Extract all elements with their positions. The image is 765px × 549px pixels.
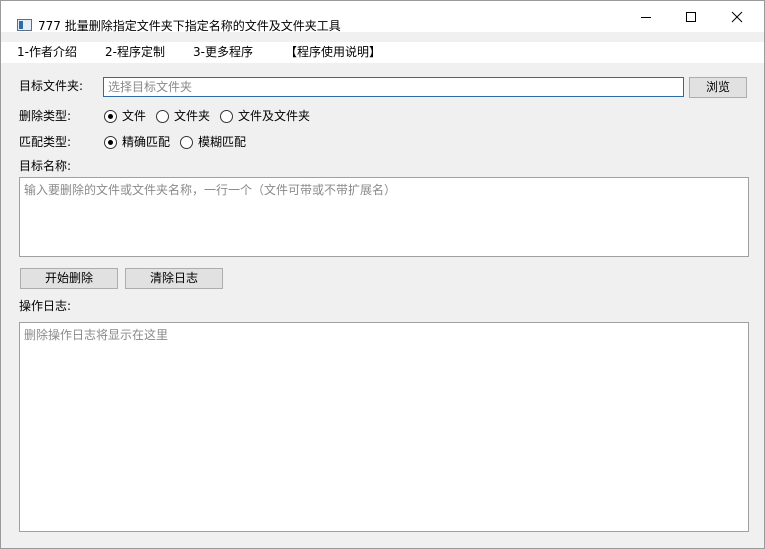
target-names-label: 目标名称: — [19, 159, 72, 173]
app-window: 777 批量删除指定文件夹下指定名称的文件及文件夹工具 1-作者介绍 2-程序定… — [0, 0, 765, 549]
radio-label: 文件夹 — [174, 109, 211, 123]
start-delete-button[interactable]: 开始删除 — [20, 268, 118, 289]
window-title: 777 批量删除指定文件夹下指定名称的文件及文件夹工具 — [38, 19, 341, 33]
title-bar: 777 批量删除指定文件夹下指定名称的文件及文件夹工具 — [1, 1, 764, 33]
radio-circle — [104, 136, 117, 149]
target-folder-label: 目标文件夹: — [19, 79, 84, 93]
menu-custom[interactable]: 2-程序定制 — [105, 44, 165, 60]
delete-type-label: 删除类型: — [19, 109, 72, 123]
radio-label: 精确匹配 — [122, 135, 171, 149]
minimize-button[interactable] — [623, 1, 669, 32]
app-window-icon — [17, 19, 32, 31]
radio-circle — [156, 110, 169, 123]
radio-label: 模糊匹配 — [198, 135, 247, 149]
close-icon — [731, 11, 743, 23]
menu-more-programs[interactable]: 3-更多程序 — [193, 44, 253, 60]
target-folder-input[interactable] — [103, 77, 684, 97]
radio-label: 文件及文件夹 — [238, 109, 311, 123]
radio-circle — [104, 110, 117, 123]
radio-circle — [180, 136, 193, 149]
log-label: 操作日志: — [19, 299, 72, 313]
maximize-icon — [686, 12, 696, 22]
menu-author[interactable]: 1-作者介绍 — [17, 44, 77, 60]
menu-usage-guide[interactable]: 【程序使用说明】 — [285, 44, 381, 60]
log-output[interactable] — [19, 322, 749, 532]
close-button[interactable] — [714, 1, 760, 32]
minimize-icon — [641, 17, 651, 18]
browse-button[interactable]: 浏览 — [689, 77, 747, 98]
radio-circle — [220, 110, 233, 123]
radio-label: 文件 — [122, 109, 147, 123]
match-type-label: 匹配类型: — [19, 135, 72, 149]
maximize-button[interactable] — [668, 1, 714, 32]
target-names-input[interactable] — [19, 177, 749, 257]
clear-log-button[interactable]: 清除日志 — [125, 268, 223, 289]
menu-bar: 1-作者介绍 2-程序定制 3-更多程序 【程序使用说明】 — [1, 42, 764, 63]
